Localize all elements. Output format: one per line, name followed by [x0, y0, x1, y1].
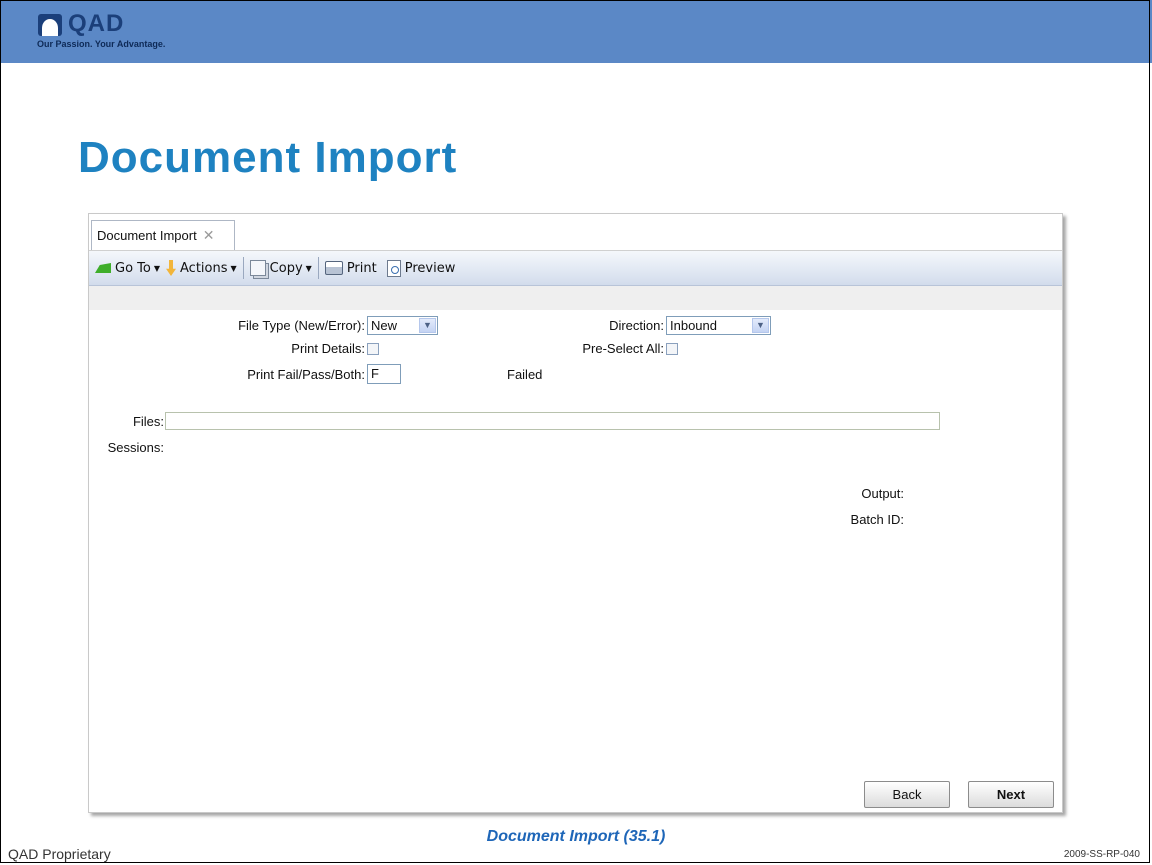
footer-proprietary: QAD Proprietary: [8, 846, 111, 862]
direction-value: Inbound: [670, 318, 717, 333]
files-input[interactable]: [165, 412, 940, 430]
output-label: Output:: [861, 486, 904, 501]
print-label: Print: [346, 260, 377, 276]
print-button[interactable]: Print: [324, 256, 377, 280]
tab-close-icon[interactable]: ✕: [203, 227, 215, 244]
file-type-select[interactable]: New ▼: [367, 316, 438, 335]
logo-tagline: Our Passion. Your Advantage.: [37, 39, 166, 49]
copy-label: Copy: [269, 260, 303, 276]
toolbar-separator: [317, 257, 319, 279]
footer-doc-code: 2009-SS-RP-040: [1063, 849, 1140, 860]
print-details-checkbox[interactable]: [367, 343, 379, 355]
copy-icon: [249, 260, 266, 276]
tab-strip: Document Import ✕: [89, 214, 1062, 251]
slide-title: Document Import: [78, 133, 458, 182]
print-fail-label: Print Fail/Pass/Both:: [247, 367, 365, 382]
print-fail-input[interactable]: F: [367, 364, 401, 384]
actions-button[interactable]: Actions ▼: [166, 256, 237, 280]
back-button[interactable]: Back: [864, 781, 950, 808]
slide-caption: Document Import (35.1): [486, 828, 666, 845]
pre-select-all-label: Pre-Select All:: [582, 341, 664, 356]
preview-icon: [386, 259, 401, 277]
chevron-down-icon: ▼: [419, 318, 436, 333]
toolbar: Go To ▼ Actions ▼ Copy ▼ Print Preview: [89, 251, 1062, 286]
preview-button[interactable]: Preview: [386, 256, 456, 280]
actions-label: Actions: [180, 260, 228, 276]
preview-label: Preview: [404, 260, 456, 276]
direction-select[interactable]: Inbound ▼: [666, 316, 771, 335]
tab-document-import[interactable]: Document Import ✕: [91, 220, 235, 250]
actions-icon: [166, 260, 177, 276]
direction-label: Direction:: [609, 318, 664, 333]
batch-id-label: Batch ID:: [850, 512, 904, 527]
sessions-label: Sessions:: [107, 440, 164, 455]
print-fail-description: Failed: [507, 367, 543, 382]
goto-button[interactable]: Go To ▼: [95, 256, 160, 280]
logo-text: QAD: [68, 10, 125, 37]
app-window: Document Import ✕ Go To ▼ Actions ▼ Copy…: [88, 213, 1063, 813]
tab-label: Document Import: [97, 228, 197, 243]
header-band: QAD Our Passion. Your Advantage.: [0, 0, 1152, 63]
next-button[interactable]: Next: [968, 781, 1054, 808]
qad-logo-mark-icon: [38, 14, 62, 36]
pre-select-all-checkbox[interactable]: [666, 343, 678, 355]
file-type-label: File Type (New/Error):: [238, 318, 365, 333]
goto-label: Go To: [115, 260, 151, 276]
printer-icon: [324, 261, 343, 275]
goto-dropdown-icon: ▼: [153, 263, 161, 273]
actions-dropdown-icon: ▼: [230, 263, 237, 273]
print-details-label: Print Details:: [291, 341, 365, 356]
copy-dropdown-icon: ▼: [305, 263, 312, 273]
copy-button[interactable]: Copy ▼: [249, 256, 312, 280]
goto-arrow-icon: [95, 263, 111, 273]
toolbar-separator: [242, 257, 244, 279]
files-label: Files:: [132, 414, 164, 429]
chevron-down-icon: ▼: [752, 318, 769, 333]
header-strip: [89, 286, 1062, 310]
file-type-value: New: [371, 318, 398, 333]
